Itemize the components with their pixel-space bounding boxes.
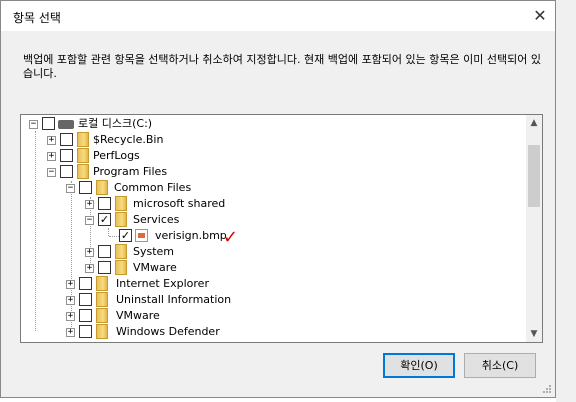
expand-icon[interactable]: + [85, 264, 94, 273]
expand-icon[interactable]: + [47, 152, 56, 161]
tree-line [108, 228, 109, 236]
folder-icon [96, 180, 108, 195]
drive-icon [58, 120, 74, 129]
tree-line [35, 131, 36, 331]
expand-icon[interactable]: + [47, 136, 56, 145]
expand-icon[interactable]: + [66, 312, 75, 321]
folder-icon [77, 132, 89, 147]
expand-icon[interactable]: + [66, 296, 75, 305]
folder-icon [115, 260, 127, 275]
dialog-title: 항목 선택 [13, 11, 61, 25]
tree-item-label: Services [133, 213, 180, 226]
tree-item-label: Program Files [93, 165, 168, 178]
checkbox[interactable] [79, 293, 92, 306]
scroll-up-icon[interactable]: ▲ [526, 115, 542, 131]
vertical-scrollbar[interactable]: ▲ ▼ [526, 115, 542, 342]
scrollbar-thumb[interactable] [528, 145, 540, 207]
tree-item-label: microsoft shared [133, 197, 226, 210]
folder-icon [96, 324, 108, 339]
folder-icon [77, 148, 89, 163]
checkbox[interactable] [60, 149, 73, 162]
tree-item-label: $Recycle.Bin [93, 133, 164, 146]
expand-icon[interactable]: + [66, 280, 75, 289]
folder-icon [96, 308, 108, 323]
folder-icon [77, 164, 89, 179]
checkbox[interactable] [79, 181, 92, 194]
checkbox[interactable] [60, 133, 73, 146]
cancel-button[interactable]: 취소(C) [464, 353, 536, 378]
checkbox[interactable] [79, 309, 92, 322]
tree-item-label: Common Files [114, 181, 192, 194]
background-window [556, 0, 576, 402]
folder-icon [96, 276, 108, 291]
title-bar: 항목 선택 ✕ [1, 1, 555, 31]
expand-icon[interactable]: + [85, 248, 94, 257]
tree-item-label: PerfLogs [93, 149, 140, 162]
checkbox[interactable] [60, 165, 73, 178]
collapse-icon[interactable]: − [29, 120, 38, 129]
tree-item-label: System [133, 245, 175, 258]
tree-item-label: Windows Defender [116, 325, 220, 338]
ok-button[interactable]: 확인(O) [383, 353, 455, 378]
tree-item-label: VMware [116, 309, 160, 322]
collapse-icon[interactable]: − [47, 168, 56, 177]
checkbox[interactable] [98, 197, 111, 210]
file-tree[interactable]: − 로컬 디스크(C:) + $Recycle.Bin + PerfLogs −… [20, 114, 543, 343]
expand-icon[interactable]: + [85, 200, 94, 209]
tree-item-label: VMware [133, 261, 177, 274]
folder-icon [115, 196, 127, 211]
tree-item-label: Internet Explorer [116, 277, 209, 290]
tree-item-label: verisign.bmp [155, 229, 227, 242]
checkbox[interactable] [98, 245, 111, 258]
checkbox[interactable] [98, 261, 111, 274]
select-items-dialog: 항목 선택 ✕ 백업에 포함할 관련 항목을 선택하거나 취소하여 지정합니다.… [0, 0, 556, 398]
checkbox[interactable]: ✓ [98, 213, 111, 226]
expand-icon[interactable]: + [66, 328, 75, 337]
resize-grip-icon[interactable] [542, 384, 552, 394]
folder-icon [96, 292, 108, 307]
checkbox[interactable]: ✓ [119, 229, 132, 242]
folder-icon [115, 244, 127, 259]
tree-item-label: Uninstall Information [116, 293, 232, 306]
image-file-icon [135, 229, 148, 242]
close-icon[interactable]: ✕ [531, 7, 549, 25]
dialog-description: 백업에 포함할 관련 항목을 선택하거나 취소하여 지정합니다. 현재 백업에 … [23, 53, 541, 80]
tree-line [71, 181, 72, 331]
red-check-annotation: ✓ [223, 227, 239, 248]
checkbox[interactable] [79, 325, 92, 338]
collapse-icon[interactable]: − [66, 184, 75, 193]
folder-icon [115, 212, 127, 227]
checkbox[interactable] [79, 277, 92, 290]
checkbox[interactable] [42, 117, 55, 130]
tree-item-label: 로컬 디스크(C:) [78, 117, 153, 130]
collapse-icon[interactable]: − [85, 216, 94, 225]
scroll-down-icon[interactable]: ▼ [526, 326, 542, 342]
